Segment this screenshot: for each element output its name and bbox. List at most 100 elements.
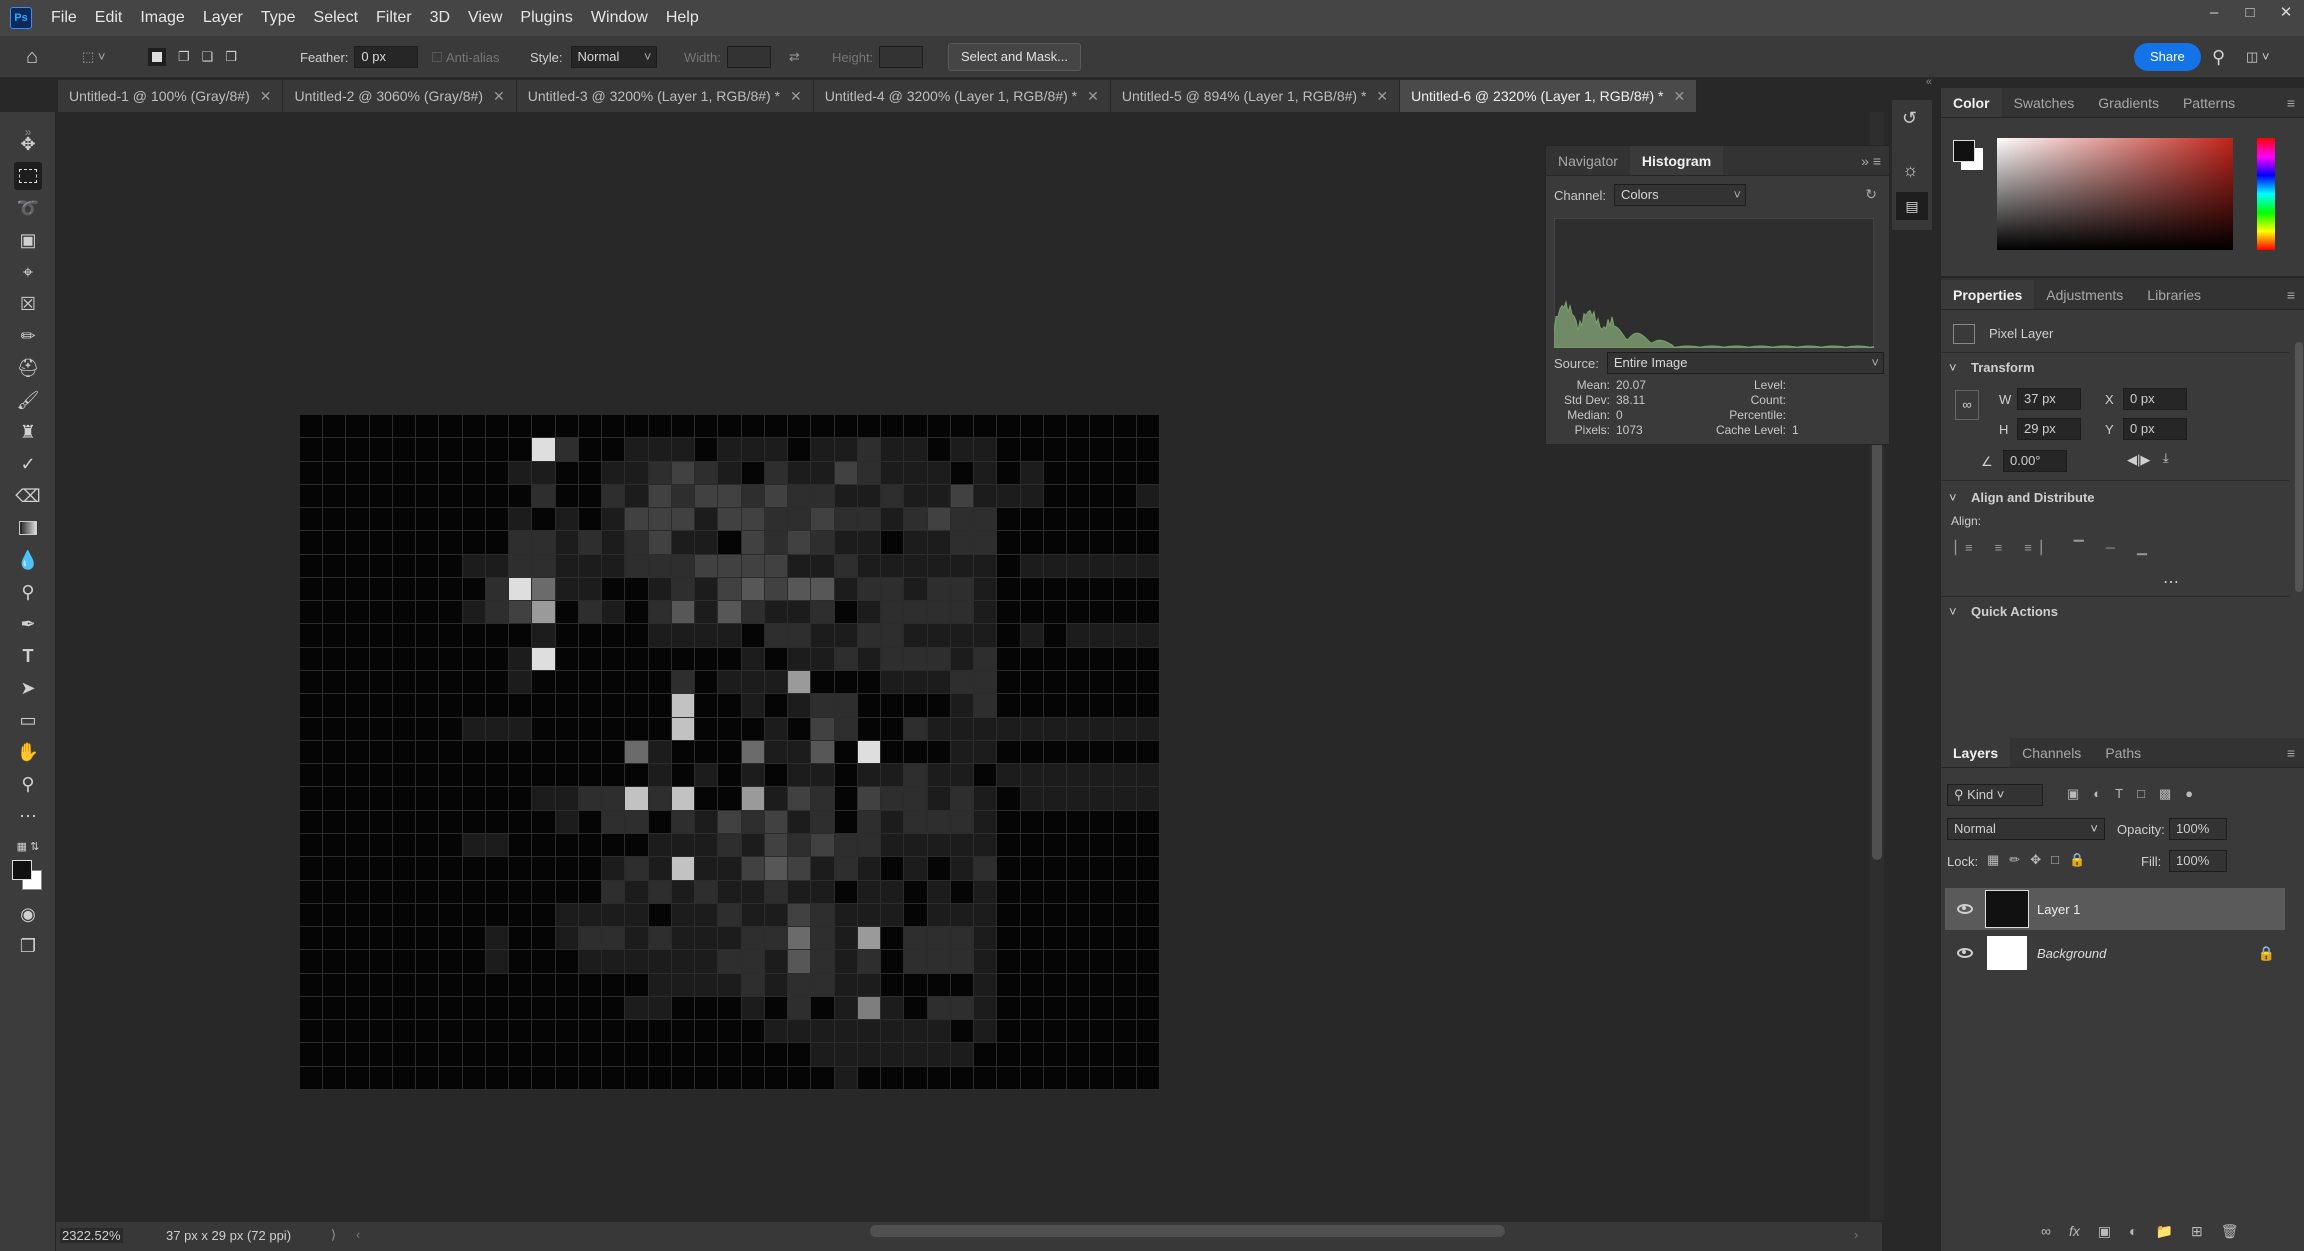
tab-layers[interactable]: Layers	[1941, 738, 2011, 767]
pixel-canvas[interactable]	[300, 415, 1160, 1090]
marquee-tool-icon[interactable]	[14, 162, 42, 190]
layer-name[interactable]: Layer 1	[2037, 902, 2080, 917]
brush-tool-icon[interactable]: 🖌	[14, 386, 42, 414]
transform-section[interactable]: Transform	[1971, 360, 2035, 375]
menu-plugins[interactable]: Plugins	[511, 9, 581, 27]
fill-field[interactable]: 100%	[2169, 850, 2227, 872]
adjustments-panel-icon[interactable]: ☼	[1902, 160, 1919, 181]
link-layers-icon[interactable]: ∞	[2041, 1223, 2051, 1240]
height-field[interactable]: 29 px	[2017, 418, 2081, 440]
add-selection-icon[interactable]: ❐	[178, 49, 190, 65]
tab-properties[interactable]: Properties	[1941, 280, 2035, 309]
close-tab-icon[interactable]: ✕	[1376, 88, 1388, 104]
path-select-tool-icon[interactable]: ➤	[14, 674, 42, 702]
opacity-field[interactable]: 100%	[2169, 818, 2227, 840]
subtract-selection-icon[interactable]: ❑	[202, 49, 214, 65]
lasso-tool-icon[interactable]: ➰	[14, 194, 42, 222]
pixel-filter-icon[interactable]: ▣	[2067, 786, 2079, 802]
smart-filter-icon[interactable]: ▩	[2159, 786, 2171, 802]
gradient-tool-icon[interactable]	[14, 514, 42, 542]
menu-window[interactable]: Window	[582, 9, 657, 27]
align-center-icon[interactable]: ≡	[1995, 540, 2003, 556]
lock-transparent-icon[interactable]: ▦	[1987, 852, 1999, 868]
width-field[interactable]: 37 px	[2017, 388, 2081, 410]
eraser-tool-icon[interactable]: ⌫	[14, 482, 42, 510]
history-panel-icon[interactable]: ↺	[1902, 108, 1917, 129]
close-tab-icon[interactable]: ✕	[1087, 88, 1099, 104]
stamp-tool-icon[interactable]: ♜	[14, 418, 42, 446]
blend-mode-select[interactable]: Normal ˅	[1947, 818, 2105, 840]
layer-row-background[interactable]: Background 🔒	[1945, 932, 2285, 974]
scroll-left-icon[interactable]: ‹	[356, 1227, 360, 1242]
layer-row-layer1[interactable]: Layer 1	[1945, 888, 2285, 930]
histogram-panel-icon[interactable]: ▤	[1896, 192, 1928, 220]
document-tab[interactable]: Untitled-3 @ 3200% (Layer 1, RGB/8#) * ✕	[516, 80, 814, 112]
more-icon[interactable]: ⋯	[2163, 572, 2179, 592]
share-button[interactable]: Share	[2134, 43, 2201, 71]
filter-toggle-icon[interactable]: ●	[2185, 786, 2193, 802]
more-tools-icon[interactable]: ⋯	[14, 802, 42, 830]
workspace-icon[interactable]: ◫ ˅	[2246, 36, 2270, 78]
menu-edit[interactable]: Edit	[86, 9, 132, 27]
collapse-dock-icon[interactable]: «	[1882, 76, 1938, 88]
close-tab-icon[interactable]: ✕	[1673, 88, 1685, 104]
tab-channels[interactable]: Channels	[2010, 738, 2093, 767]
eyedropper-tool-icon[interactable]: ✏	[14, 322, 42, 350]
align-section[interactable]: Align and Distribute	[1971, 490, 2095, 505]
layer-name[interactable]: Background	[2037, 946, 2106, 961]
document-tab[interactable]: Untitled-6 @ 2320% (Layer 1, RGB/8#) * ✕	[1400, 80, 1698, 112]
zoom-tool-icon[interactable]: ⚲	[14, 770, 42, 798]
lock-position-icon[interactable]: ✥	[2030, 852, 2041, 868]
y-field[interactable]: 0 px	[2123, 418, 2187, 440]
maximize-icon[interactable]: □	[2232, 0, 2268, 28]
tab-navigator[interactable]: Navigator	[1546, 146, 1630, 175]
shape-filter-icon[interactable]: □	[2137, 786, 2145, 802]
quick-actions-section[interactable]: Quick Actions	[1971, 604, 2058, 619]
pen-tool-icon[interactable]: ✒	[14, 610, 42, 638]
align-right-icon[interactable]: ≡▕	[2024, 540, 2042, 556]
source-select[interactable]: Entire Image ˅	[1606, 352, 1884, 374]
align-left-icon[interactable]: ▏≡	[1955, 540, 1973, 556]
move-tool-icon[interactable]: ✥	[14, 130, 42, 158]
document-tab[interactable]: Untitled-4 @ 3200% (Layer 1, RGB/8#) * ✕	[813, 80, 1111, 112]
vertical-scroll-thumb[interactable]	[1872, 440, 1882, 860]
layer-filter-kind[interactable]: ⚲ Kind ˅	[1947, 784, 2043, 806]
type-tool-icon[interactable]: T	[14, 642, 42, 670]
flip-vertical-icon[interactable]: ⤓	[2163, 450, 2169, 466]
x-field[interactable]: 0 px	[2123, 388, 2187, 410]
scroll-right-icon[interactable]: ›	[1854, 1227, 1858, 1242]
menu-help[interactable]: Help	[657, 9, 708, 27]
channel-select[interactable]: Colors ˅	[1614, 184, 1747, 206]
feather-input[interactable]: 0 px	[354, 46, 419, 68]
document-tab[interactable]: Untitled-2 @ 3060% (Gray/8#) ✕	[283, 80, 517, 112]
align-top-icon[interactable]: ▔	[2074, 540, 2084, 556]
refresh-icon[interactable]: ↻	[1865, 186, 1877, 203]
menu-filter[interactable]: Filter	[367, 9, 421, 27]
align-middle-icon[interactable]: ─	[2106, 540, 2115, 556]
quick-mask-icon[interactable]: ◉	[14, 900, 42, 928]
menu-file[interactable]: File	[42, 9, 86, 27]
chevron-down-icon[interactable]: ˅	[1949, 490, 1957, 505]
history-brush-tool-icon[interactable]: ✓	[14, 450, 42, 478]
rectangle-tool-icon[interactable]: ▭	[14, 706, 42, 734]
lock-pixels-icon[interactable]: ✏	[2009, 852, 2020, 868]
lock-artboard-icon[interactable]: □	[2051, 852, 2059, 868]
properties-scrollbar[interactable]	[2295, 342, 2303, 592]
select-and-mask-button[interactable]: Select and Mask...	[948, 43, 1081, 71]
chevron-right-icon[interactable]: ⟩	[331, 1227, 336, 1243]
lock-all-icon[interactable]: 🔒	[2069, 852, 2085, 868]
type-filter-icon[interactable]: T	[2115, 786, 2123, 802]
object-select-tool-icon[interactable]: ▣	[14, 226, 42, 254]
tab-gradients[interactable]: Gradients	[2086, 88, 2171, 117]
foreground-color-swatch[interactable]	[12, 860, 32, 880]
flip-horizontal-icon[interactable]: ◀|▶	[2127, 452, 2150, 468]
menu-select[interactable]: Select	[305, 9, 367, 27]
adjustment-filter-icon[interactable]: ◐	[2093, 786, 2101, 802]
document-tab[interactable]: Untitled-1 @ 100% (Gray/8#) ✕	[58, 80, 284, 112]
frame-tool-icon[interactable]: ☒	[14, 290, 42, 318]
home-icon[interactable]: ⌂	[26, 36, 38, 78]
zoom-readout[interactable]: 2322.52%	[60, 1228, 123, 1243]
menu-layer[interactable]: Layer	[194, 9, 252, 27]
panel-menu-icon[interactable]: ≡	[2277, 280, 2304, 309]
default-colors-icon[interactable]: ▦ ⇅	[14, 832, 42, 860]
